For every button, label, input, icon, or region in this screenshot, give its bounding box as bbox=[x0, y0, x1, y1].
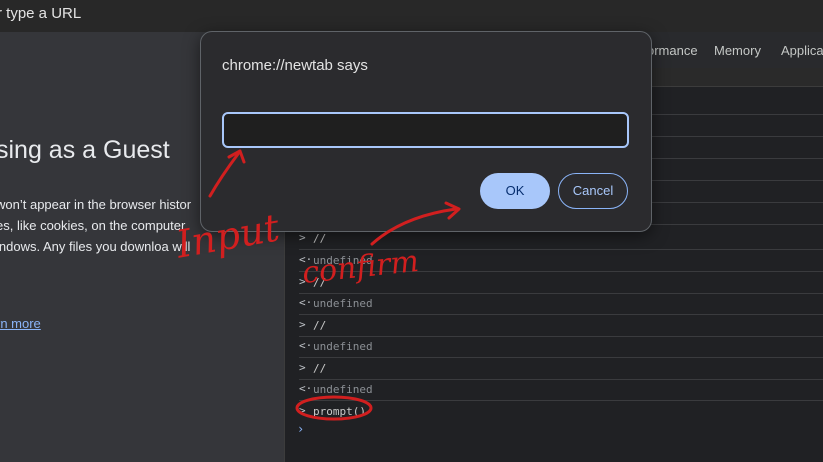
console-result-text: undefined bbox=[313, 297, 373, 310]
screen: r type a URL sing as a Guest won’t appea… bbox=[0, 0, 823, 462]
console-prompt-input[interactable]: › bbox=[297, 422, 304, 436]
console-row: <· undefined bbox=[299, 336, 823, 358]
description-line: es, like cookies, on the computer bbox=[0, 218, 186, 233]
console-result-text: undefined bbox=[313, 340, 373, 353]
console-row: > prompt() bbox=[299, 401, 823, 422]
address-bar[interactable]: r type a URL bbox=[0, 0, 823, 32]
result-arrow-icon: <· bbox=[299, 382, 313, 395]
tab-application[interactable]: Applicat bbox=[781, 43, 823, 58]
input-chevron-icon: > bbox=[299, 231, 306, 244]
page-title: sing as a Guest bbox=[0, 136, 170, 164]
result-arrow-icon: <· bbox=[299, 296, 313, 309]
console-row: <· undefined bbox=[299, 379, 823, 401]
guest-description: won’t appear in the browser histor es, l… bbox=[0, 194, 191, 257]
console-input-text: prompt() bbox=[313, 405, 366, 418]
tab-memory[interactable]: Memory bbox=[714, 43, 761, 58]
console-input-text: // bbox=[313, 319, 327, 332]
console-input-text: // bbox=[313, 232, 327, 245]
tab-performance[interactable]: ormance bbox=[647, 43, 698, 58]
dialog-title: chrome://newtab says bbox=[222, 57, 368, 74]
console-result-text: undefined bbox=[313, 383, 373, 396]
description-line: indows. Any files you downloa will bbox=[0, 239, 191, 254]
learn-more-link[interactable]: rn more bbox=[0, 316, 41, 331]
input-chevron-icon: > bbox=[299, 318, 306, 331]
prompt-input[interactable] bbox=[222, 112, 629, 148]
console-row: > // bbox=[299, 358, 823, 380]
console-input-text: // bbox=[313, 362, 327, 375]
cancel-button[interactable]: Cancel bbox=[558, 173, 628, 209]
prompt-dialog: chrome://newtab says OK Cancel bbox=[200, 31, 652, 232]
input-chevron-icon: > bbox=[299, 404, 306, 417]
console-row: > // bbox=[299, 315, 823, 337]
address-bar-placeholder: r type a URL bbox=[0, 5, 82, 22]
description-line: won’t appear in the browser histor bbox=[0, 197, 192, 212]
console-row: <· undefined bbox=[299, 293, 823, 315]
result-arrow-icon: <· bbox=[299, 339, 313, 352]
ok-button[interactable]: OK bbox=[480, 173, 550, 209]
input-chevron-icon: > bbox=[299, 361, 306, 374]
